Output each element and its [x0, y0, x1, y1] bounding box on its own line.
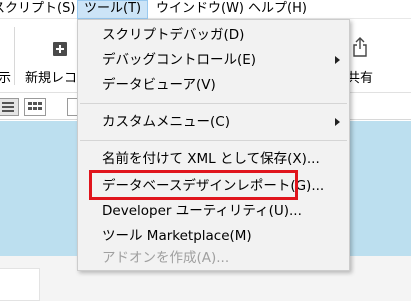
- menu-separator: [80, 140, 347, 141]
- new-record-label: 新規レコ: [25, 71, 78, 86]
- menu-script[interactable]: スクリプト(S): [0, 0, 81, 19]
- menu-bar: スクリプト(S) ツール(T) ウインドウ(W) ヘルプ(H): [0, 0, 411, 19]
- menu-item-label: デバッグコントロール(E): [102, 52, 257, 68]
- new-record-icon: [53, 42, 67, 56]
- content-card: [0, 268, 40, 301]
- menu-item-label: ツール Marketplace(M): [102, 228, 252, 244]
- menu-item-developer-utilities[interactable]: Developer ユーティリティ(U)...: [78, 200, 349, 222]
- menu-item-label: Developer ユーティリティ(U)...: [102, 203, 302, 219]
- submenu-arrow-icon: [335, 56, 340, 64]
- menu-item-label: アドオンを作成(A)...: [102, 250, 230, 266]
- table-view-icon: [28, 102, 32, 105]
- menu-item-create-addon: アドオンを作成(A)...: [78, 247, 349, 269]
- table-view-button[interactable]: [24, 98, 46, 116]
- list-view-icon: [2, 102, 14, 104]
- menu-item-debug-control[interactable]: デバッグコントロール(E): [78, 49, 349, 71]
- share-icon: [353, 37, 367, 57]
- menu-item-data-viewer[interactable]: データビューア(V): [78, 74, 349, 96]
- highlight-annotation-box: [89, 170, 298, 200]
- menu-separator: [80, 103, 347, 104]
- menu-item-save-as-xml[interactable]: 名前を付けて XML として保存(X)...: [78, 148, 349, 170]
- tools-dropdown-menu: スクリプトデバッガ(D) デバッグコントロール(E) データビューア(V) カス…: [77, 19, 350, 271]
- menu-help[interactable]: ヘルプ(H): [242, 0, 313, 19]
- menu-window[interactable]: ウインドウ(W): [150, 0, 250, 19]
- submenu-arrow-icon: [335, 118, 340, 126]
- menu-item-tools-marketplace[interactable]: ツール Marketplace(M): [78, 225, 349, 247]
- menu-item-label: 名前を付けて XML として保存(X)...: [102, 151, 320, 167]
- menu-item-custom-menu[interactable]: カスタムメニュー(C): [78, 111, 349, 133]
- menu-item-label: カスタムメニュー(C): [102, 114, 230, 130]
- menu-item-label: スクリプトデバッガ(D): [102, 27, 245, 43]
- menu-item-script-debugger[interactable]: スクリプトデバッガ(D): [78, 24, 349, 46]
- ribbon-separator: [14, 27, 15, 85]
- list-view-button[interactable]: [0, 98, 19, 116]
- menu-tools[interactable]: ツール(T): [77, 0, 149, 19]
- share-label: 共有: [347, 71, 374, 86]
- menu-item-label: データビューア(V): [102, 77, 216, 93]
- ribbon-left-label: 示: [0, 71, 12, 86]
